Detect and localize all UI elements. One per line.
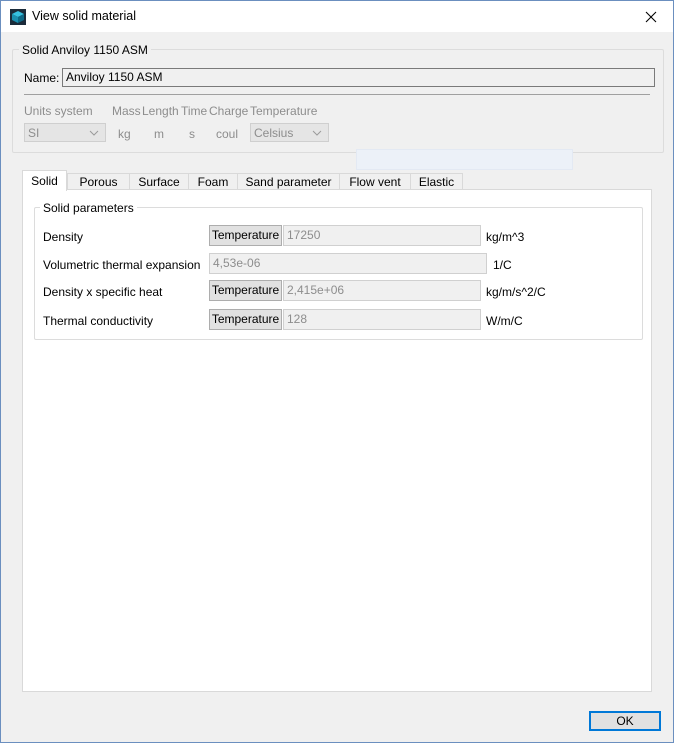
- time-value: s: [189, 127, 195, 141]
- temperature-unit-value: Celsius: [254, 126, 294, 140]
- solid-parameters-title: Solid parameters: [40, 201, 137, 215]
- length-label: Length: [142, 104, 179, 118]
- chevron-down-icon: [89, 130, 99, 136]
- units-system-label: Units system: [24, 104, 93, 118]
- close-icon: [645, 11, 657, 22]
- temperature-label: Temperature: [250, 104, 318, 118]
- solid-tab-panel: Solid parameters Density Temperature 172…: [22, 189, 652, 692]
- conductivity-temperature-button[interactable]: Temperature: [209, 309, 282, 330]
- tab-porous[interactable]: Porous: [67, 173, 130, 190]
- thermal-conductivity-unit: W/m/C: [486, 314, 523, 328]
- specific-heat-temperature-button[interactable]: Temperature: [209, 280, 282, 301]
- background-ghost-window: [356, 149, 573, 170]
- thermal-conductivity-field[interactable]: 128: [283, 309, 481, 330]
- tab-solid[interactable]: Solid: [22, 170, 67, 191]
- thermal-expansion-unit: 1/C: [493, 258, 512, 272]
- density-field[interactable]: 17250: [283, 225, 481, 246]
- density-label: Density: [43, 230, 84, 244]
- dialog-window: View solid material Solid Anviloy 1150 A…: [0, 0, 674, 743]
- tab-sand-parameter[interactable]: Sand parameter: [237, 173, 340, 190]
- units-system-value: SI: [28, 126, 40, 140]
- thermal-conductivity-label: Thermal conductivity: [43, 314, 154, 328]
- divider: [24, 94, 650, 95]
- mass-label: Mass: [112, 104, 141, 118]
- ok-button[interactable]: OK: [589, 711, 661, 731]
- tab-surface[interactable]: Surface: [129, 173, 189, 190]
- mass-value: kg: [118, 127, 131, 141]
- solid-parameters-group: Solid parameters Density Temperature 172…: [34, 201, 643, 340]
- window-title: View solid material: [32, 9, 136, 23]
- length-value: m: [154, 127, 164, 141]
- tab-elastic[interactable]: Elastic: [410, 173, 463, 190]
- name-label: Name:: [24, 71, 60, 85]
- thermal-expansion-label: Volumetric thermal expansion: [43, 258, 201, 272]
- time-label: Time: [181, 104, 208, 118]
- density-temperature-button[interactable]: Temperature: [209, 225, 282, 246]
- thermal-expansion-field[interactable]: 4,53e-06: [209, 253, 487, 274]
- material-group: Solid Anviloy 1150 ASM Name: Anviloy 115…: [12, 43, 664, 153]
- charge-label: Charge: [209, 104, 249, 118]
- density-specific-heat-unit: kg/m/s^2/C: [486, 285, 546, 299]
- title-bar[interactable]: View solid material: [1, 1, 673, 32]
- density-specific-heat-field[interactable]: 2,415e+06: [283, 280, 481, 301]
- tab-foam[interactable]: Foam: [188, 173, 238, 190]
- temperature-unit-select[interactable]: Celsius: [250, 123, 329, 142]
- density-unit: kg/m^3: [486, 230, 525, 244]
- chevron-down-icon: [312, 130, 322, 136]
- material-group-title: Solid Anviloy 1150 ASM: [19, 43, 151, 57]
- tab-flow-vent[interactable]: Flow vent: [339, 173, 411, 190]
- density-specific-heat-label: Density x specific heat: [43, 285, 163, 299]
- close-button[interactable]: [629, 1, 673, 32]
- charge-value: coul: [216, 127, 239, 141]
- name-field[interactable]: Anviloy 1150 ASM: [62, 68, 655, 87]
- app-cube-icon: [10, 9, 26, 25]
- units-system-select[interactable]: SI: [24, 123, 106, 142]
